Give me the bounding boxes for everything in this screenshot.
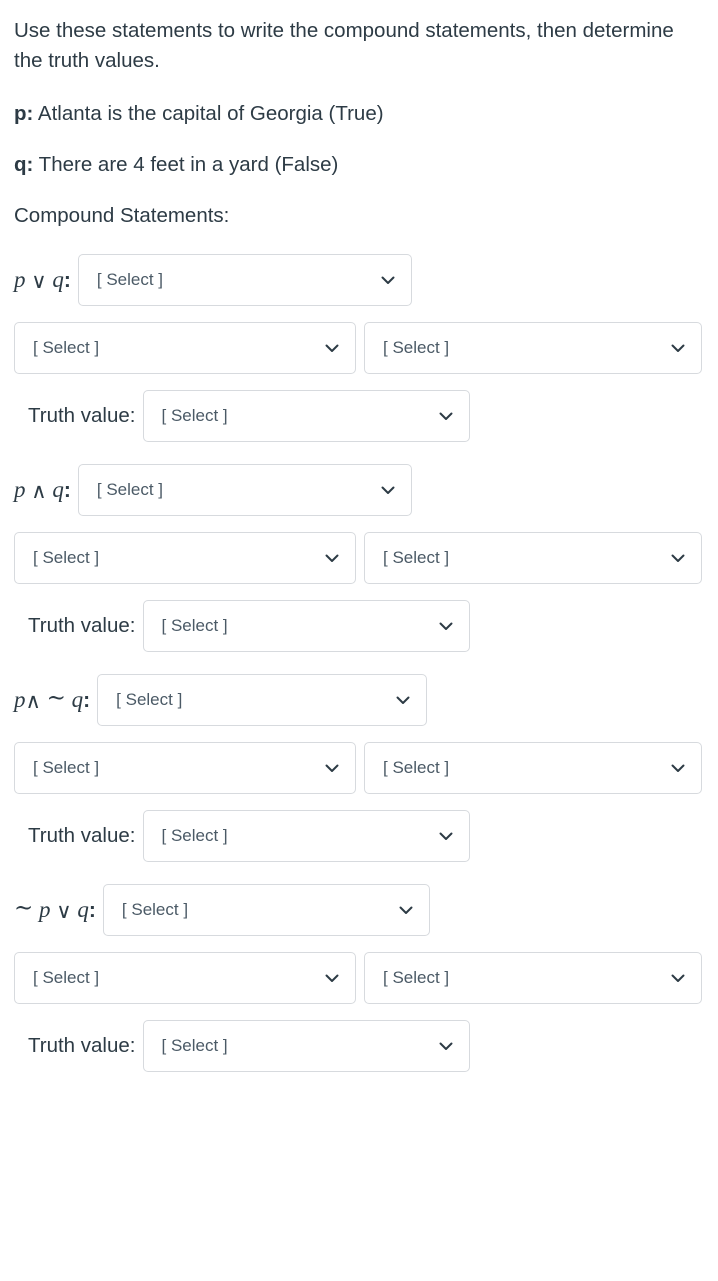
truth-value-row: Truth value: [ Select ] [28,389,704,442]
chevron-down-icon [395,692,411,708]
math-colon: : [63,269,71,293]
chevron-down-icon [670,760,686,776]
expression-label-p-or-q: p ∨ q: [14,267,71,294]
truth-value-row: Truth value: [ Select ] [28,809,704,862]
quiz-question-body: Use these statements to write the compou… [0,0,718,1072]
part-select-2-not-p-or-q[interactable]: [ Select ] [364,951,702,1004]
expression-row: p∧ ∼ q: [ Select ] [14,673,704,726]
premise-q-text: There are 4 feet in a yard (False) [33,152,339,176]
part-selects-row: [ Select ] [ Select ] [14,321,704,374]
truth-value-label: Truth value: [28,613,136,637]
part-selects-row: [ Select ] [ Select ] [14,741,704,794]
statement-select-value: [ Select ] [121,899,189,919]
statement-select-p-and-not-q[interactable]: [ Select ] [97,673,428,726]
part-select-2-p-or-q[interactable]: [ Select ] [364,321,702,374]
statement-select-p-or-q[interactable]: [ Select ] [77,253,412,306]
math-colon: : [88,898,96,922]
truth-value-row: Truth value: [ Select ] [28,599,704,652]
expression-row: ∼ p ∨ q: [ Select ] [14,883,704,936]
chevron-down-icon [324,970,340,986]
question-block-p-and-not-q: p∧ ∼ q: [ Select ] [ Select ] [ Select ] [14,673,704,862]
chevron-down-icon [670,550,686,566]
math-operator-and: ∧ [31,479,47,504]
instructions-paragraph: Use these statements to write the compou… [14,19,674,73]
truth-value-label: Truth value: [28,823,136,847]
truth-value-select-value: [ Select ] [161,825,228,845]
chevron-down-icon [324,760,340,776]
expression-row: p ∧ q: [ Select ] [14,463,704,516]
chevron-down-icon [380,482,396,498]
expression-row: p ∨ q: [ Select ] [14,253,704,306]
truth-value-select-not-p-or-q[interactable]: [ Select ] [142,1019,470,1072]
part-select-1-not-p-or-q[interactable]: [ Select ] [14,951,356,1004]
truth-value-row: Truth value: [ Select ] [28,1019,704,1072]
expression-label-p-and-not-q: p∧ ∼ q: [14,684,91,713]
math-colon: : [63,479,71,503]
part-selects-row: [ Select ] [ Select ] [14,951,704,1004]
part-select-2-p-and-not-q[interactable]: [ Select ] [364,741,702,794]
truth-value-select-value: [ Select ] [161,615,228,635]
premise-p: p: Atlanta is the capital of Georgia (Tr… [14,99,704,129]
truth-value-select-p-and-q[interactable]: [ Select ] [142,599,470,652]
part-select-1-value: [ Select ] [33,757,100,777]
part-select-1-value: [ Select ] [33,967,100,987]
truth-value-select-p-or-q[interactable]: [ Select ] [142,389,470,442]
part-select-2-p-and-q[interactable]: [ Select ] [364,531,702,584]
math-var-q: q [71,686,84,712]
math-var-p: p [14,477,26,503]
expression-label-p-and-q: p ∧ q: [14,477,71,504]
truth-value-select-p-and-not-q[interactable]: [ Select ] [142,809,470,862]
math-operator-not: ∼ [46,684,66,711]
truth-value-select-value: [ Select ] [161,1035,228,1055]
chevron-down-icon [670,340,686,356]
chevron-down-icon [380,272,396,288]
math-var-q: q [52,477,64,503]
part-select-1-value: [ Select ] [33,547,100,567]
statement-select-p-and-q[interactable]: [ Select ] [77,463,412,516]
statement-select-value: [ Select ] [116,689,183,709]
math-var-p: p [14,686,26,712]
math-var-p: p [39,896,51,922]
truth-value-select-value: [ Select ] [161,405,228,425]
math-operator-not: ∼ [14,894,34,921]
chevron-down-icon [398,902,414,918]
math-operator-and: ∧ [25,688,41,713]
chevron-down-icon [324,340,340,356]
part-selects-row: [ Select ] [ Select ] [14,531,704,584]
chevron-down-icon [438,828,454,844]
chevron-down-icon [438,1038,454,1054]
premise-p-text: Atlanta is the capital of Georgia (True) [33,101,384,125]
statement-select-value: [ Select ] [96,269,164,289]
math-var-q: q [77,896,89,922]
part-select-1-p-and-not-q[interactable]: [ Select ] [14,741,356,794]
premise-p-key: p: [14,101,34,125]
truth-value-label: Truth value: [28,1033,136,1057]
expression-label-not-p-or-q: ∼ p ∨ q: [14,894,96,923]
math-var-p: p [14,267,26,293]
part-select-1-value: [ Select ] [33,337,100,357]
part-select-1-p-and-q[interactable]: [ Select ] [14,531,356,584]
math-var-q: q [52,267,64,293]
chevron-down-icon [324,550,340,566]
part-select-2-value: [ Select ] [383,547,450,567]
part-select-2-value: [ Select ] [383,757,450,777]
part-select-2-value: [ Select ] [383,337,450,357]
question-block-not-p-or-q: ∼ p ∨ q: [ Select ] [ Select ] [ Select … [14,883,704,1072]
question-block-p-and-q: p ∧ q: [ Select ] [ Select ] [ Select ] [14,463,704,652]
chevron-down-icon [670,970,686,986]
part-select-2-value: [ Select ] [383,967,450,987]
question-block-p-or-q: p ∨ q: [ Select ] [ Select ] [ Select ] [14,253,704,442]
chevron-down-icon [438,618,454,634]
truth-value-label: Truth value: [28,403,136,427]
premise-q: q: There are 4 feet in a yard (False) [14,150,704,180]
statement-select-value: [ Select ] [96,479,164,499]
math-operator-or: ∨ [31,269,47,294]
math-operator-or: ∨ [56,898,72,923]
premise-q-key: q: [14,152,34,176]
statement-select-not-p-or-q[interactable]: [ Select ] [102,883,430,936]
compound-statements-heading: Compound Statements: [14,204,230,228]
math-colon: : [83,688,91,712]
chevron-down-icon [438,408,454,424]
part-select-1-p-or-q[interactable]: [ Select ] [14,321,356,374]
